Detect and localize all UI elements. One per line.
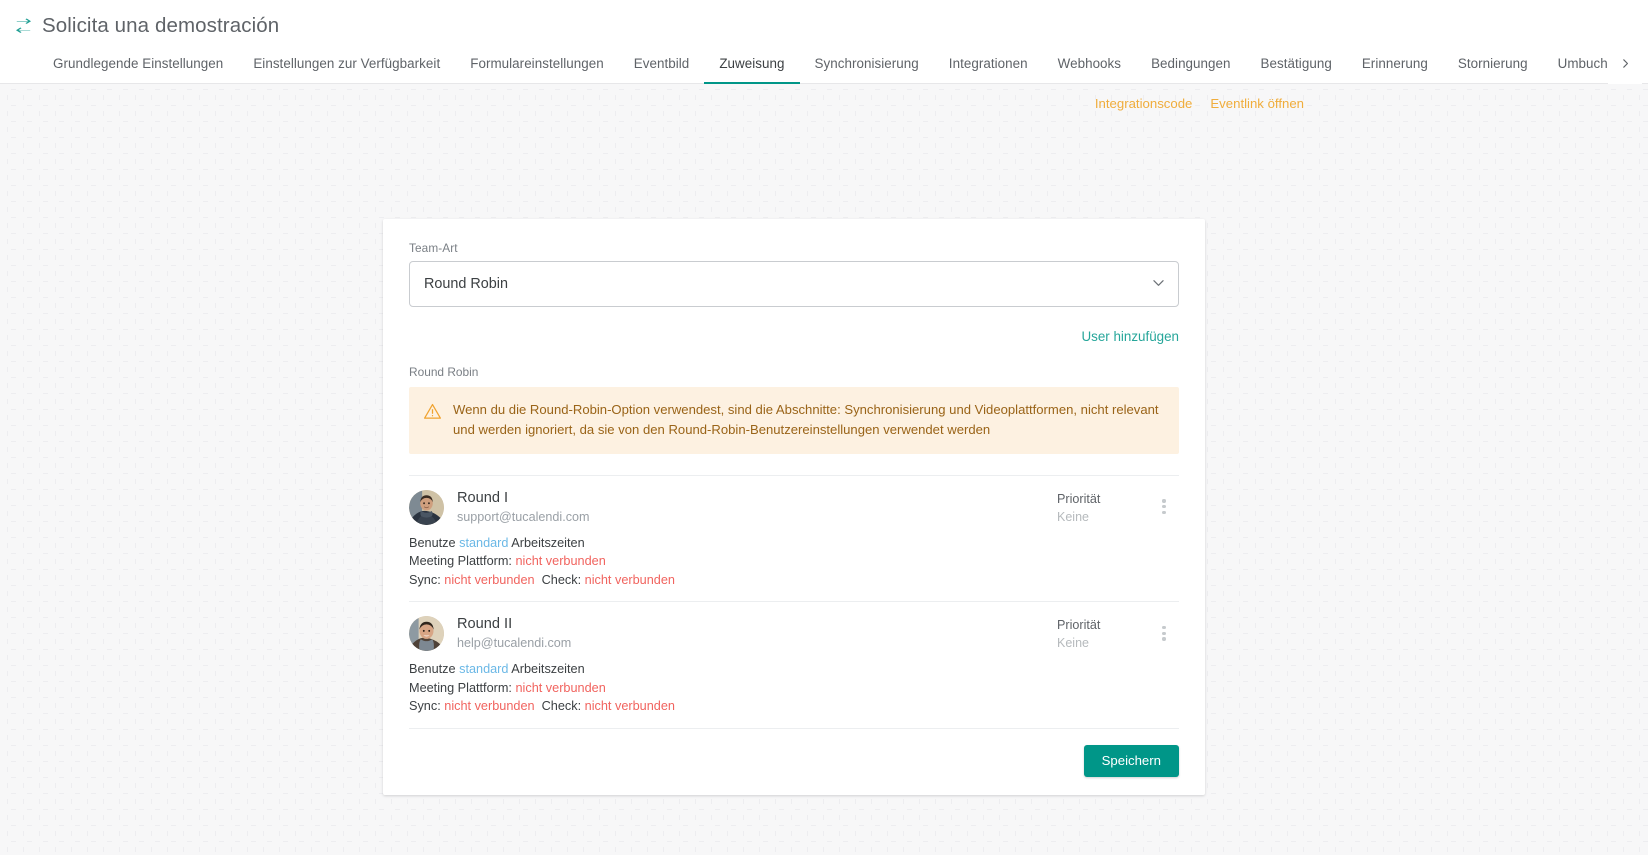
round-robin-user-list: Round Isupport@tucalendi.com Benutze stan…: [409, 474, 1179, 728]
user-identity: Round II help@tucalendi.com: [457, 616, 571, 650]
working-hours-line: Benutze standard Arbeitszeiten: [409, 534, 1179, 553]
priority-value: Keine: [1057, 636, 1089, 651]
tab-eventbild[interactable]: Eventbild: [619, 42, 705, 84]
check-status[interactable]: nicht verbunden: [585, 573, 675, 587]
avatar: [409, 616, 444, 652]
round-robin-user-row: Round II help@tucalendi.com Benutze standa…: [409, 601, 1179, 728]
tab-label: Stornierung: [1457, 55, 1528, 71]
title-row: Solicita una demostración: [0, 0, 1648, 42]
round-robin-user-row: Round Isupport@tucalendi.com Benutze stan…: [409, 474, 1179, 602]
working-hours-line: Benutze standard Arbeitszeiten: [409, 660, 1179, 679]
tab-stornierung[interactable]: Stornierung: [1443, 42, 1543, 84]
meeting-platform-label: Meeting Plattform:: [409, 554, 512, 569]
avatar: [409, 489, 444, 525]
tab-grundlegende-einstellungen[interactable]: Grundlegende Einstellungen: [38, 42, 238, 84]
round-robin-warning-alert: Wenn du die Round-Robin-Option verwendes…: [409, 387, 1179, 454]
tab-label: Zuweisung: [719, 55, 785, 71]
chevron-right-icon: [1622, 58, 1628, 68]
sync-status[interactable]: nicht verbunden: [444, 573, 534, 587]
tab-label: Eventbild: [633, 55, 690, 71]
working-hours-link[interactable]: standard: [459, 662, 508, 676]
integration-code-link[interactable]: Integrationscode: [1095, 96, 1193, 111]
tab-erinnerung[interactable]: Erinnerung: [1347, 42, 1443, 84]
working-hours-prefix: Benutze: [409, 535, 456, 550]
tab-zuweisung[interactable]: Zuweisung: [704, 42, 800, 84]
priority-block: Priorität Keine: [1057, 492, 1137, 524]
tab-webhooks[interactable]: Webhooks: [1043, 42, 1136, 84]
tab-label: Integrationen: [948, 55, 1028, 71]
sync-status[interactable]: nicht verbunden: [444, 699, 534, 713]
tab-label: Erinnerung: [1361, 55, 1428, 71]
meeting-platform-line: Meeting Plattform: nicht verbunden: [409, 552, 1179, 571]
add-user-button[interactable]: User hinzufügen: [1081, 329, 1179, 344]
tab-label: Einstellungen zur Verfügbarkeit: [253, 55, 441, 71]
sync-check-line: Sync: nicht verbunden Check: nicht verbu…: [409, 697, 1179, 716]
meeting-platform-status[interactable]: nicht verbunden: [515, 554, 605, 568]
team-type-select[interactable]: Round Robin: [409, 261, 1179, 307]
top-header-bar: Solicita una demostración Grundlegende E…: [0, 0, 1648, 84]
user-identity: Round I support@tucalendi.com: [457, 490, 590, 524]
priority-block: Priorität Keine: [1057, 618, 1137, 650]
page-canvas: Integrationscode Eventlink öffnen Team-A…: [0, 84, 1648, 855]
tab-bar: Grundlegende Einstellungen Einstellungen …: [0, 42, 1648, 84]
tab-label: Synchronisierung: [814, 55, 919, 71]
tab-bedingungen[interactable]: Bedingungen: [1136, 42, 1245, 84]
working-hours-suffix: Arbeitszeiten: [511, 535, 585, 550]
sync-label: Sync:: [409, 699, 441, 714]
quick-links: Integrationscode Eventlink öffnen: [0, 96, 1648, 111]
round-robin-section-label: Round Robin: [409, 365, 479, 379]
check-label: Check:: [541, 699, 582, 714]
user-status-lines: Benutze standard Arbeitszeiten Meeting Pl…: [409, 534, 1179, 590]
tab-synchronisierung[interactable]: Synchronisierung: [800, 42, 934, 84]
meeting-platform-line: Meeting Plattform: nicht verbunden: [409, 679, 1179, 698]
user-name: Round I: [457, 489, 509, 506]
sync-check-line: Sync: nicht verbunden Check: nicht verbu…: [409, 571, 1179, 590]
exchange-arrows-icon: [15, 18, 32, 33]
chevron-down-icon: [1153, 279, 1164, 290]
tab-label: Bedingungen: [1151, 55, 1231, 71]
tab-formulareinstellungen[interactable]: Formulareinstellungen: [455, 42, 619, 84]
user-name: Round II: [457, 616, 513, 633]
working-hours-suffix: Arbeitszeiten: [511, 662, 585, 677]
tab-list: Grundlegende Einstellungen Einstellungen …: [0, 42, 1648, 84]
warning-message: Wenn du die Round-Robin-Option verwendes…: [453, 402, 1159, 437]
page-title: Solicita una demostración: [42, 13, 280, 37]
team-type-label: Team-Art: [409, 241, 458, 255]
priority-label: Priorität: [1057, 491, 1101, 506]
meeting-platform-status[interactable]: nicht verbunden: [515, 681, 605, 695]
team-type-value: Round Robin: [424, 276, 509, 292]
card-footer: Speichern: [409, 727, 1179, 795]
assignment-settings-card: Team-Art Round Robin User hinzufügen Rou…: [383, 219, 1205, 795]
user-email: help@tucalendi.com: [457, 636, 572, 651]
user-email: support@tucalendi.com: [457, 509, 590, 524]
add-user-row: User hinzufügen: [409, 329, 1179, 344]
save-button[interactable]: Speichern: [1083, 744, 1179, 777]
user-status-lines: Benutze standard Arbeitszeiten Meeting Pl…: [409, 660, 1179, 716]
tab-label: Grundlegende Einstellungen: [53, 55, 224, 71]
tabs-scroll-right-button[interactable]: [1608, 42, 1642, 84]
priority-label: Priorität: [1057, 618, 1101, 633]
open-event-link[interactable]: Eventlink öffnen: [1210, 96, 1304, 111]
tab-best-tigung[interactable]: Bestätigung: [1246, 42, 1347, 84]
check-status[interactable]: nicht verbunden: [585, 699, 675, 713]
tab-label: Webhooks: [1057, 55, 1122, 71]
kebab-menu-icon[interactable]: [1153, 622, 1175, 644]
tab-integrationen[interactable]: Integrationen: [934, 42, 1043, 84]
priority-value: Keine: [1057, 509, 1089, 524]
check-label: Check:: [541, 572, 582, 587]
tab-label: Bestätigung: [1260, 55, 1332, 71]
meeting-platform-label: Meeting Plattform:: [409, 680, 512, 695]
working-hours-prefix: Benutze: [409, 662, 456, 677]
kebab-menu-icon[interactable]: [1153, 496, 1175, 518]
tab-einstellungen-zur-verf-gbarkeit[interactable]: Einstellungen zur Verfügbarkeit: [238, 42, 455, 84]
working-hours-link[interactable]: standard: [459, 536, 508, 550]
warning-triangle-icon: [423, 402, 442, 426]
sync-label: Sync:: [409, 572, 441, 587]
tab-label: Formulareinstellungen: [470, 55, 604, 71]
